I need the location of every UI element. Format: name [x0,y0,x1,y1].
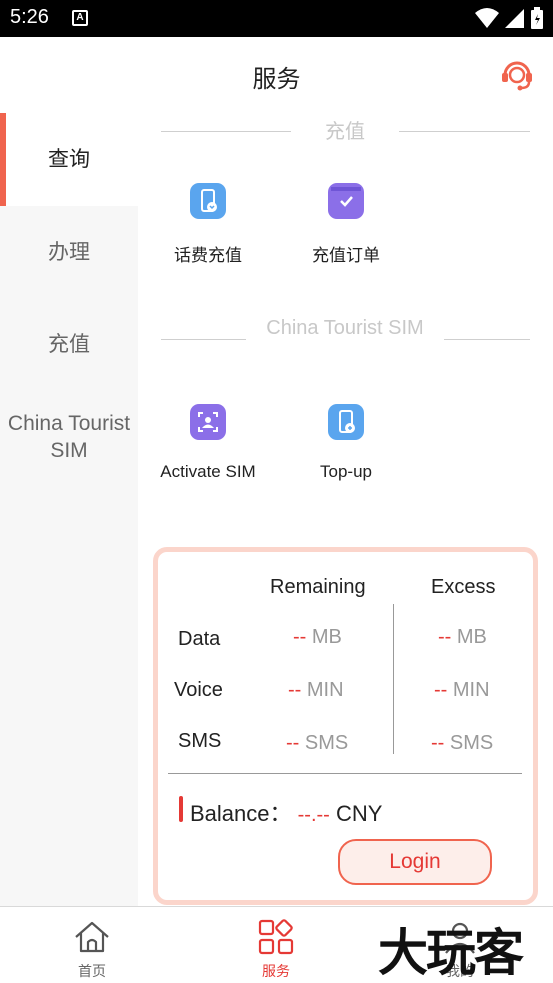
balance-label: Balance： [190,801,292,826]
balance-marker [179,796,183,822]
row-label-voice: Voice [174,679,223,701]
data-excess: -- MB [438,626,487,648]
category-sidebar: 查询 办理 充值 China Tourist SIM [0,113,138,906]
active-indicator [0,113,6,206]
signal-icon [505,9,524,28]
row-label-sms: SMS [178,730,222,752]
card-divider [168,773,522,774]
sidebar-item-label: 办理 [48,240,90,264]
tab-home[interactable]: 首页 [0,907,184,983]
login-button[interactable]: Login [338,839,492,885]
status-time: 5:26 [10,6,49,28]
wifi-icon [475,8,499,28]
section-divider [399,131,530,132]
notification-icon: A [72,10,88,26]
voice-excess: -- MIN [434,679,490,701]
sidebar-item-label: 查询 [48,147,90,171]
tile-top-up[interactable]: Top-up [276,404,416,482]
tile-label: Activate SIM [160,462,256,481]
balance-row: Balance： --.-- CNY [190,796,382,828]
tile-recharge-orders[interactable]: 充值订单 [276,183,416,266]
sidebar-item-recharge[interactable]: 充值 [0,298,138,390]
top-up-icon [328,404,364,440]
sidebar-item-handle[interactable]: 办理 [0,206,138,298]
section-divider [161,339,246,340]
tile-label: 充值订单 [312,246,380,265]
tab-services[interactable]: 服务 [184,907,368,983]
column-divider [393,604,394,754]
usage-card: Remaining Excess Data -- MB -- MB Voice … [153,547,538,905]
order-check-icon [328,183,364,219]
phone-recharge-icon [190,183,226,219]
sidebar-item-query[interactable]: 查询 [0,113,138,206]
page-title: 服务 [252,65,301,93]
section-title-tourist-sim: China Tourist SIM [266,317,424,339]
services-grid-icon [258,919,294,955]
sidebar-item-label: 充值 [48,332,90,356]
sidebar-item-label: China Tourist SIM [7,412,131,462]
section-divider [161,131,291,132]
voice-remaining: -- MIN [288,679,344,701]
activate-sim-icon [190,404,226,440]
battery-icon [531,7,543,29]
tile-activate-sim[interactable]: Activate SIM [138,404,278,482]
tile-label: Top-up [320,462,372,481]
balance-unit: CNY [335,801,383,826]
headset-icon[interactable] [499,57,535,93]
data-remaining: -- MB [293,626,342,648]
balance-value: --.-- [297,804,330,826]
column-header-excess: Excess [431,576,496,598]
sms-excess: -- SMS [431,732,494,754]
section-title-recharge: 充值 [325,121,365,143]
tile-phone-recharge[interactable]: 话费充值 [138,183,278,266]
tab-label: 服务 [262,964,290,980]
status-bar: 5:26 A [0,0,553,37]
app-header: 服务 [0,37,553,113]
sms-remaining: -- SMS [286,732,349,754]
tile-label: 话费充值 [174,246,242,265]
tab-label: 首页 [78,964,106,980]
home-icon [75,921,109,953]
row-label-data: Data [178,628,221,650]
section-divider [444,339,530,340]
sidebar-item-tourist-sim[interactable]: China Tourist SIM [0,390,138,482]
column-header-remaining: Remaining [270,576,366,598]
watermark-logo: 大玩客 [378,923,524,982]
